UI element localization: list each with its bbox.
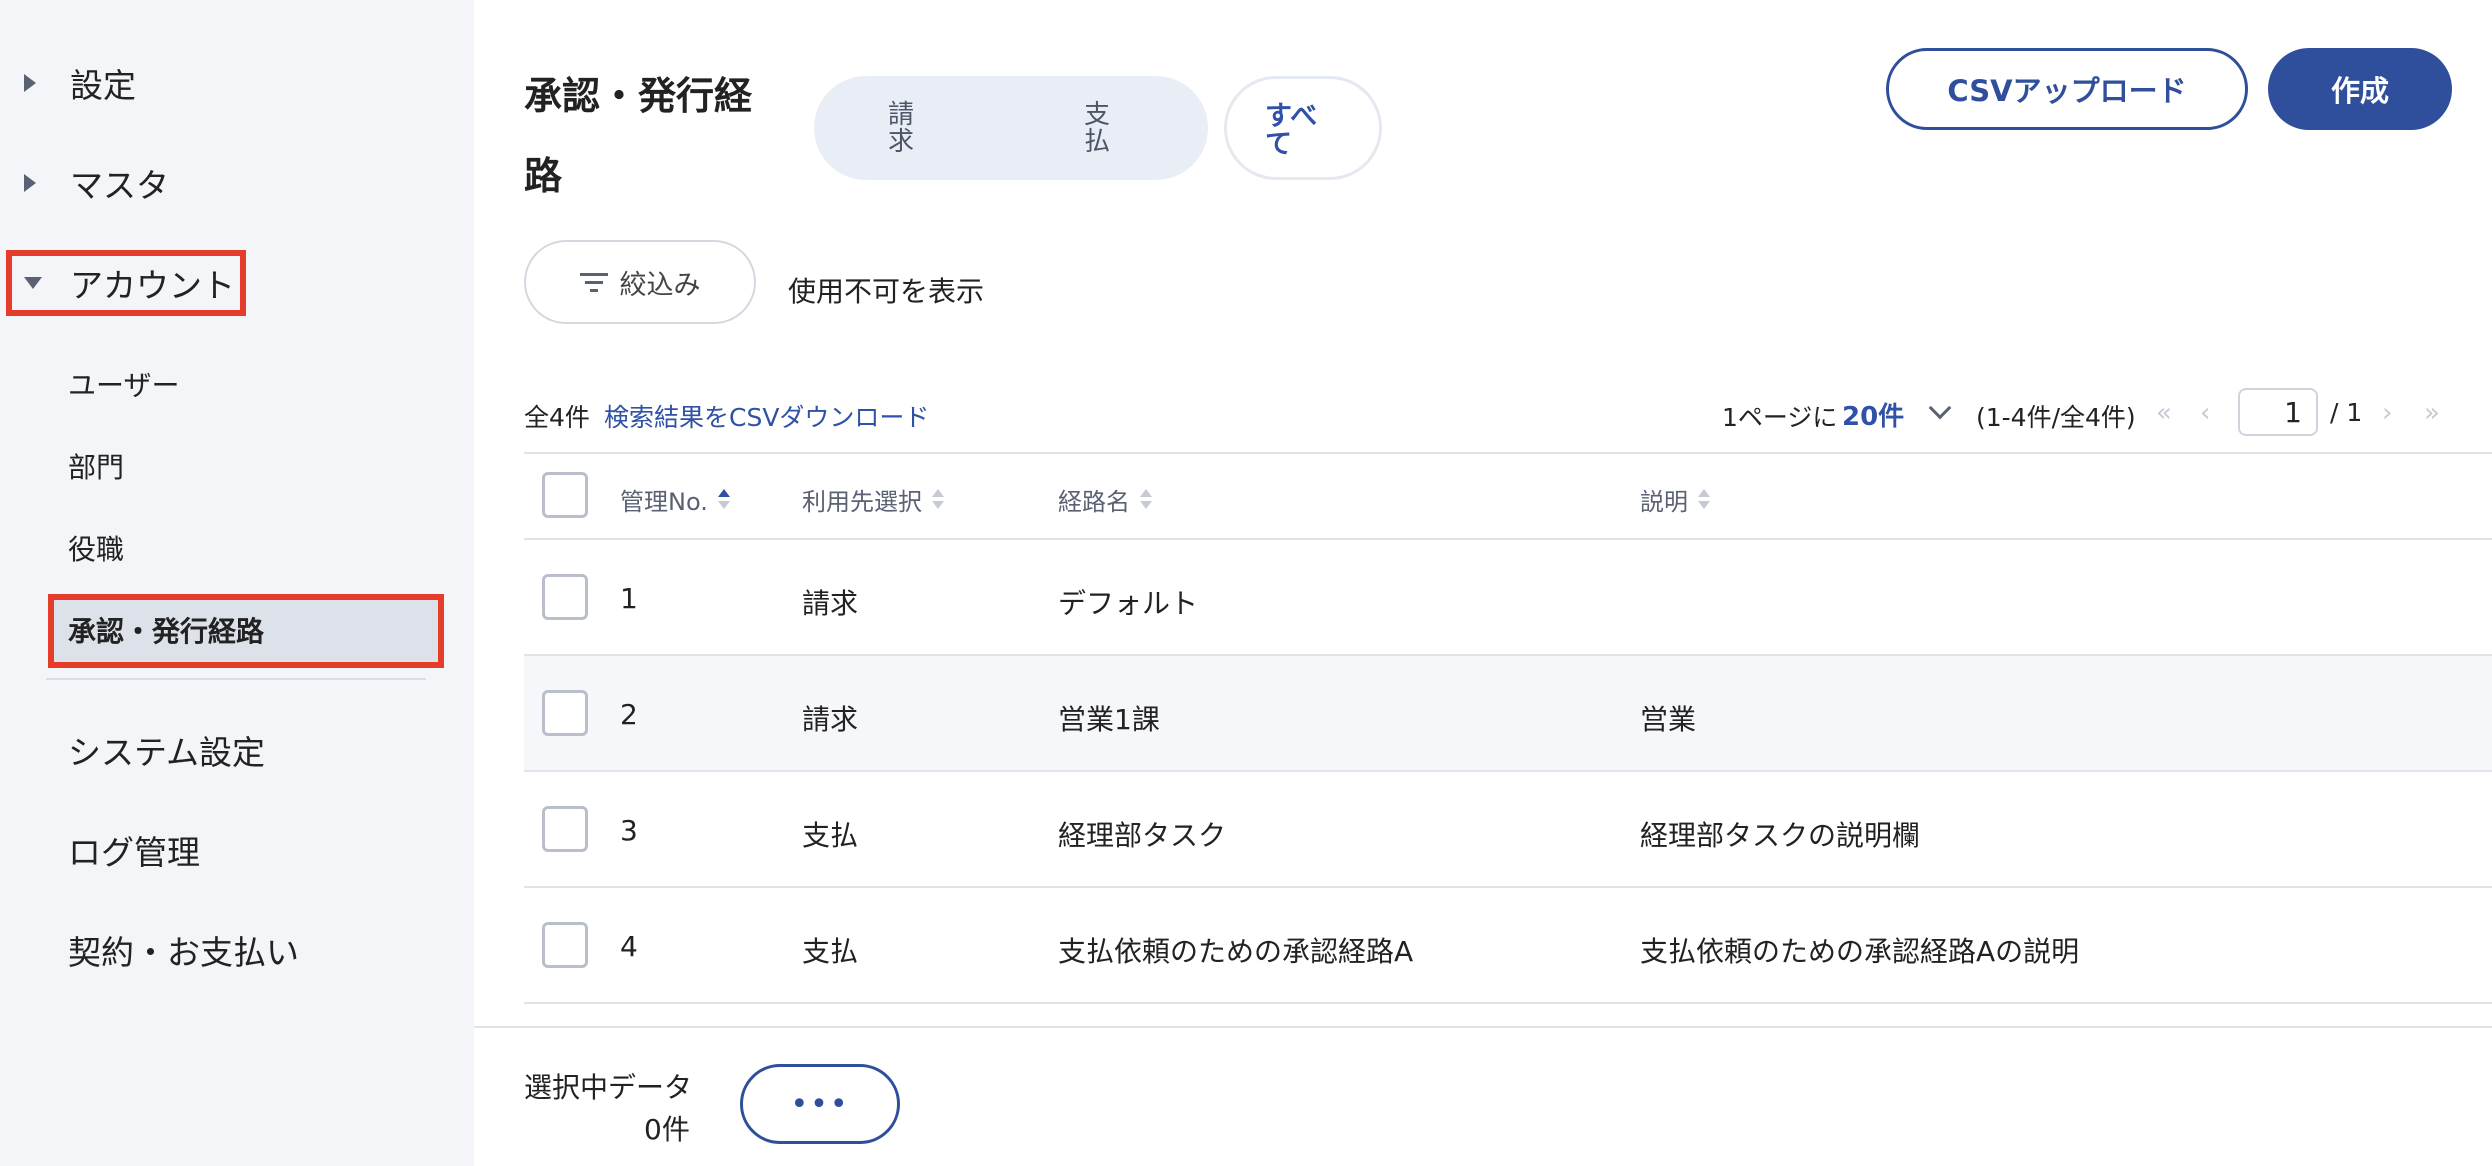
usage-segmented-control: 請求 支払 <box>814 76 1208 180</box>
cell-usage: 請求 <box>802 703 859 736</box>
segment-payment[interactable]: 支払 <box>1082 102 1112 156</box>
select-all-checkbox[interactable] <box>542 472 588 518</box>
prev-page-icon[interactable]: ‹ <box>2200 398 2210 428</box>
sidebar-item-log-management[interactable]: ログ管理 <box>68 826 200 874</box>
more-actions-button[interactable]: ••• <box>740 1064 900 1144</box>
cell-name: デフォルト <box>1058 587 1199 620</box>
selected-count: 0件 <box>644 1113 690 1146</box>
last-page-icon[interactable]: » <box>2424 398 2440 428</box>
column-header-usage[interactable]: 利用先選択 <box>802 482 944 517</box>
table-row[interactable]: 2 請求 営業1課 営業 <box>524 656 2492 772</box>
page-title: 承認・発行経路 <box>524 74 753 198</box>
cell-no: 4 <box>620 930 638 963</box>
column-header-label: 管理No. <box>620 488 708 516</box>
total-count: 全4件 <box>524 403 590 432</box>
table-row[interactable]: 3 支払 経理部タスク 経理部タスクの説明欄 <box>524 772 2492 888</box>
cell-no: 1 <box>620 582 638 615</box>
sidebar-group-label: マスタ <box>70 166 169 205</box>
show-disabled-toggle[interactable]: 使用不可を表示 <box>788 270 984 310</box>
cell-usage: 請求 <box>802 587 859 620</box>
column-header-name[interactable]: 経路名 <box>1058 482 1152 517</box>
filter-icon <box>579 271 608 293</box>
selected-data-label: 選択中データ <box>524 1071 693 1104</box>
sidebar-item-positions[interactable]: 役職 <box>68 528 124 568</box>
row-checkbox[interactable] <box>542 922 588 968</box>
sort-icon <box>1140 488 1152 512</box>
table-row[interactable]: 4 支払 支払依頼のための承認経路A 支払依頼のための承認経路Aの説明 <box>524 888 2492 1004</box>
cell-name: 経理部タスク <box>1058 819 1227 852</box>
caret-right-icon <box>24 74 36 92</box>
cell-name: 支払依頼のための承認経路A <box>1058 935 1414 968</box>
chevron-down-icon[interactable] <box>1928 396 1952 420</box>
per-page-select[interactable]: 20件 <box>1842 396 1904 433</box>
sort-icon <box>1698 488 1710 512</box>
per-page-label: 1ページに <box>1722 403 1838 432</box>
create-button[interactable]: 作成 <box>2268 48 2452 130</box>
cell-no: 2 <box>620 698 638 731</box>
sidebar: 設定 マスタ アカウント ユーザー 部門 役職 承認・発行経路 システム設定 ロ… <box>0 0 474 1166</box>
cell-usage: 支払 <box>802 819 859 852</box>
sort-icon <box>932 488 944 512</box>
csv-upload-button[interactable]: CSVアップロード <box>1886 48 2248 130</box>
bulk-action-bar: 選択中データ 0件 ••• <box>474 1026 2492 1166</box>
sidebar-divider <box>46 678 426 680</box>
cell-usage: 支払 <box>802 935 859 968</box>
sidebar-item-departments[interactable]: 部門 <box>68 446 124 486</box>
highlight-box <box>6 250 246 316</box>
csv-download-link[interactable]: 検索結果をCSVダウンロード <box>604 398 929 434</box>
table-row[interactable]: 1 請求 デフォルト <box>524 540 2492 656</box>
filter-button-label: 絞込み <box>619 269 701 301</box>
sidebar-item-users[interactable]: ユーザー <box>68 364 179 404</box>
sort-asc-icon <box>717 488 730 512</box>
segment-billing[interactable]: 請求 <box>886 102 916 156</box>
column-header-description[interactable]: 説明 <box>1640 482 1710 517</box>
cell-description: 経理部タスクの説明欄 <box>1640 819 1921 852</box>
filter-button[interactable]: 絞込み <box>524 240 756 324</box>
sidebar-item-contract-payment[interactable]: 契約・お支払い <box>68 926 299 974</box>
caret-right-icon <box>24 174 36 192</box>
segment-all-label: すべて <box>1265 101 1318 160</box>
table-top-border <box>524 452 2492 454</box>
cell-description: 支払依頼のための承認経路Aの説明 <box>1640 935 2080 968</box>
row-checkbox[interactable] <box>542 690 588 736</box>
sidebar-group-label: 設定 <box>70 66 136 105</box>
page-number-input[interactable] <box>2238 388 2318 436</box>
next-page-icon[interactable]: › <box>2382 398 2392 428</box>
sidebar-item-system-settings[interactable]: システム設定 <box>68 726 265 774</box>
total-pages: / 1 <box>2330 398 2363 427</box>
segment-all[interactable]: すべて <box>1224 76 1382 180</box>
first-page-icon[interactable]: « <box>2156 398 2172 428</box>
row-checkbox[interactable] <box>542 574 588 620</box>
column-header-label: 経路名 <box>1058 488 1130 516</box>
row-checkbox[interactable] <box>542 806 588 852</box>
column-header-label: 説明 <box>1640 488 1688 516</box>
cell-description: 営業 <box>1640 703 1697 736</box>
cell-name: 営業1課 <box>1058 703 1160 736</box>
highlight-box <box>48 594 444 668</box>
result-range: (1-4件/全4件) <box>1976 403 2136 432</box>
cell-no: 3 <box>620 814 638 847</box>
column-header-label: 利用先選択 <box>802 488 922 516</box>
column-header-no[interactable]: 管理No. <box>620 482 730 517</box>
